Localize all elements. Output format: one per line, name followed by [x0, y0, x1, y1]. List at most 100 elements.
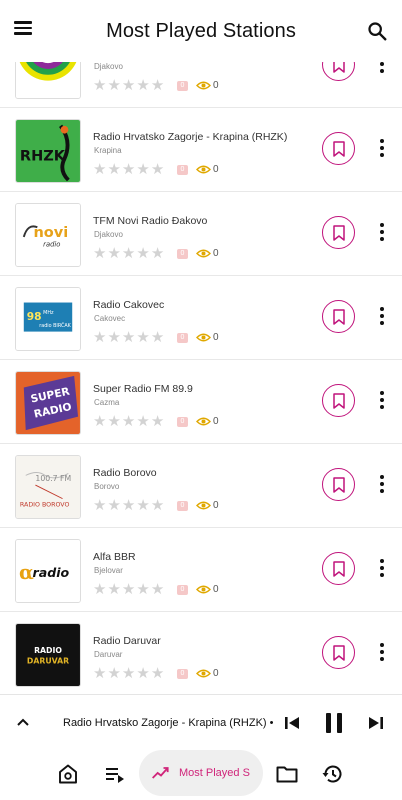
views-count: 0 [196, 80, 219, 91]
bookmark-button[interactable] [322, 132, 355, 165]
station-row[interactable]: RHZK Radio Hrvatsko Zagorje - Krapina (R… [0, 108, 402, 192]
star-icon[interactable]: ★ [93, 666, 106, 681]
station-thumbnail[interactable]: RADIO DARUVAR [15, 623, 81, 687]
station-name: Radio Hrvatsko Zagorje - Krapina (RHZK) [93, 131, 288, 143]
star-icon[interactable]: ★ [93, 246, 106, 261]
station-thumbnail[interactable]: α radio [15, 539, 81, 603]
star-icon[interactable]: ★ [107, 582, 120, 597]
home-icon[interactable] [56, 762, 80, 786]
rating-stars[interactable]: ★ ★ ★ ★ ★ [93, 246, 164, 261]
rating-stars[interactable]: ★ ★ ★ ★ ★ [93, 666, 164, 681]
star-icon[interactable]: ★ [107, 246, 120, 261]
station-row[interactable]: α radio Alfa BBR Bjelovar ★ ★ ★ ★ ★ 0 0 [0, 528, 402, 612]
vote-badge: 0 [177, 249, 188, 259]
bookmark-button[interactable] [322, 552, 355, 585]
station-thumbnail[interactable]: SUPER RADIO [15, 371, 81, 435]
more-options-icon[interactable] [376, 219, 388, 245]
star-icon[interactable]: ★ [107, 330, 120, 345]
star-icon[interactable]: ★ [107, 414, 120, 429]
folder-icon[interactable] [275, 762, 299, 786]
more-options-icon[interactable] [376, 135, 388, 161]
more-options-icon[interactable] [376, 471, 388, 497]
station-thumbnail[interactable]: 98 MHz radio BIRČAK [15, 287, 81, 351]
station-row[interactable]: novi radio TFM Novi Radio Đakovo Djakovo… [0, 192, 402, 276]
star-icon[interactable]: ★ [93, 162, 106, 177]
star-icon[interactable]: ★ [151, 246, 164, 261]
bookmark-button[interactable] [322, 636, 355, 669]
star-icon[interactable]: ★ [136, 246, 149, 261]
star-icon[interactable]: ★ [107, 666, 120, 681]
cakovec-logo-mhz: MHz [43, 310, 54, 316]
station-thumbnail[interactable]: 100.7 FM RADIO BOROVO [15, 455, 81, 519]
rhzk-logo-text: RHZK [20, 149, 66, 165]
star-icon[interactable]: ★ [93, 78, 106, 93]
star-icon[interactable]: ★ [151, 582, 164, 597]
rating-stars[interactable]: ★ ★ ★ ★ ★ [93, 498, 164, 513]
skip-next-icon[interactable] [368, 715, 384, 731]
trending-icon [152, 767, 169, 779]
more-options-icon[interactable] [376, 387, 388, 413]
star-icon[interactable]: ★ [122, 162, 135, 177]
star-icon[interactable]: ★ [93, 582, 106, 597]
queue-icon[interactable] [103, 762, 127, 786]
star-icon[interactable]: ★ [107, 162, 120, 177]
star-icon[interactable]: ★ [122, 78, 135, 93]
bookmark-icon [332, 644, 345, 661]
star-icon[interactable]: ★ [136, 414, 149, 429]
search-icon[interactable] [366, 20, 388, 42]
rating-stars[interactable]: ★ ★ ★ ★ ★ [93, 330, 164, 345]
station-thumbnail[interactable]: novi radio [15, 203, 81, 267]
star-icon[interactable]: ★ [122, 582, 135, 597]
star-icon[interactable]: ★ [93, 498, 106, 513]
star-icon[interactable]: ★ [151, 414, 164, 429]
bookmark-button[interactable] [322, 216, 355, 249]
station-row[interactable]: 98 MHz radio BIRČAK Radio Cakovec Cakove… [0, 276, 402, 360]
pause-icon[interactable] [324, 712, 344, 734]
star-icon[interactable]: ★ [136, 498, 149, 513]
star-icon[interactable]: ★ [151, 498, 164, 513]
star-icon[interactable]: ★ [93, 330, 106, 345]
bookmark-icon [332, 308, 345, 325]
rating-stars[interactable]: ★ ★ ★ ★ ★ [93, 162, 164, 177]
rating-stars[interactable]: ★ ★ ★ ★ ★ [93, 78, 164, 93]
eye-icon [196, 585, 211, 594]
star-icon[interactable]: ★ [136, 582, 149, 597]
star-icon[interactable]: ★ [122, 414, 135, 429]
bookmark-button[interactable] [322, 468, 355, 501]
now-playing-title[interactable]: Radio Hrvatsko Zagorje - Krapina (RHZK) … [63, 717, 275, 729]
station-list[interactable]: Djakovo ★ ★ ★ ★ ★ 0 0 RHZK Radio Hrvatsko Za… [0, 42, 402, 694]
rating-stars[interactable]: ★ ★ ★ ★ ★ [93, 582, 164, 597]
more-options-icon[interactable] [376, 639, 388, 665]
star-icon[interactable]: ★ [136, 666, 149, 681]
history-icon[interactable] [321, 762, 345, 786]
star-icon[interactable]: ★ [122, 246, 135, 261]
star-icon[interactable]: ★ [151, 162, 164, 177]
star-icon[interactable]: ★ [151, 78, 164, 93]
chevron-up-icon[interactable] [15, 715, 31, 729]
star-icon[interactable]: ★ [107, 78, 120, 93]
star-icon[interactable]: ★ [151, 666, 164, 681]
star-icon[interactable]: ★ [107, 498, 120, 513]
more-options-icon[interactable] [376, 303, 388, 329]
rating-stars[interactable]: ★ ★ ★ ★ ★ [93, 414, 164, 429]
bookmark-button[interactable] [322, 300, 355, 333]
star-icon[interactable]: ★ [151, 330, 164, 345]
station-name: TFM Novi Radio Đakovo [93, 215, 208, 227]
station-row[interactable]: RADIO DARUVAR Radio Daruvar Daruvar ★ ★ ★ ★… [0, 612, 402, 694]
star-icon[interactable]: ★ [93, 414, 106, 429]
station-row[interactable]: SUPER RADIO Super Radio FM 89.9 Cazma ★ ★… [0, 360, 402, 444]
bookmark-button[interactable] [322, 384, 355, 417]
borovo-logo-freq: 100.7 FM [35, 474, 71, 483]
star-icon[interactable]: ★ [122, 498, 135, 513]
station-row[interactable]: 100.7 FM RADIO BOROVO Radio Borovo Borov… [0, 444, 402, 528]
star-icon[interactable]: ★ [122, 330, 135, 345]
star-icon[interactable]: ★ [136, 162, 149, 177]
star-icon[interactable]: ★ [136, 78, 149, 93]
skip-previous-icon[interactable] [284, 715, 300, 731]
star-icon[interactable]: ★ [122, 666, 135, 681]
star-icon[interactable]: ★ [136, 330, 149, 345]
nav-most-played[interactable]: Most Played S [139, 750, 263, 796]
more-options-icon[interactable] [376, 555, 388, 581]
station-thumbnail[interactable]: RHZK [15, 119, 81, 183]
eye-icon [196, 417, 211, 426]
